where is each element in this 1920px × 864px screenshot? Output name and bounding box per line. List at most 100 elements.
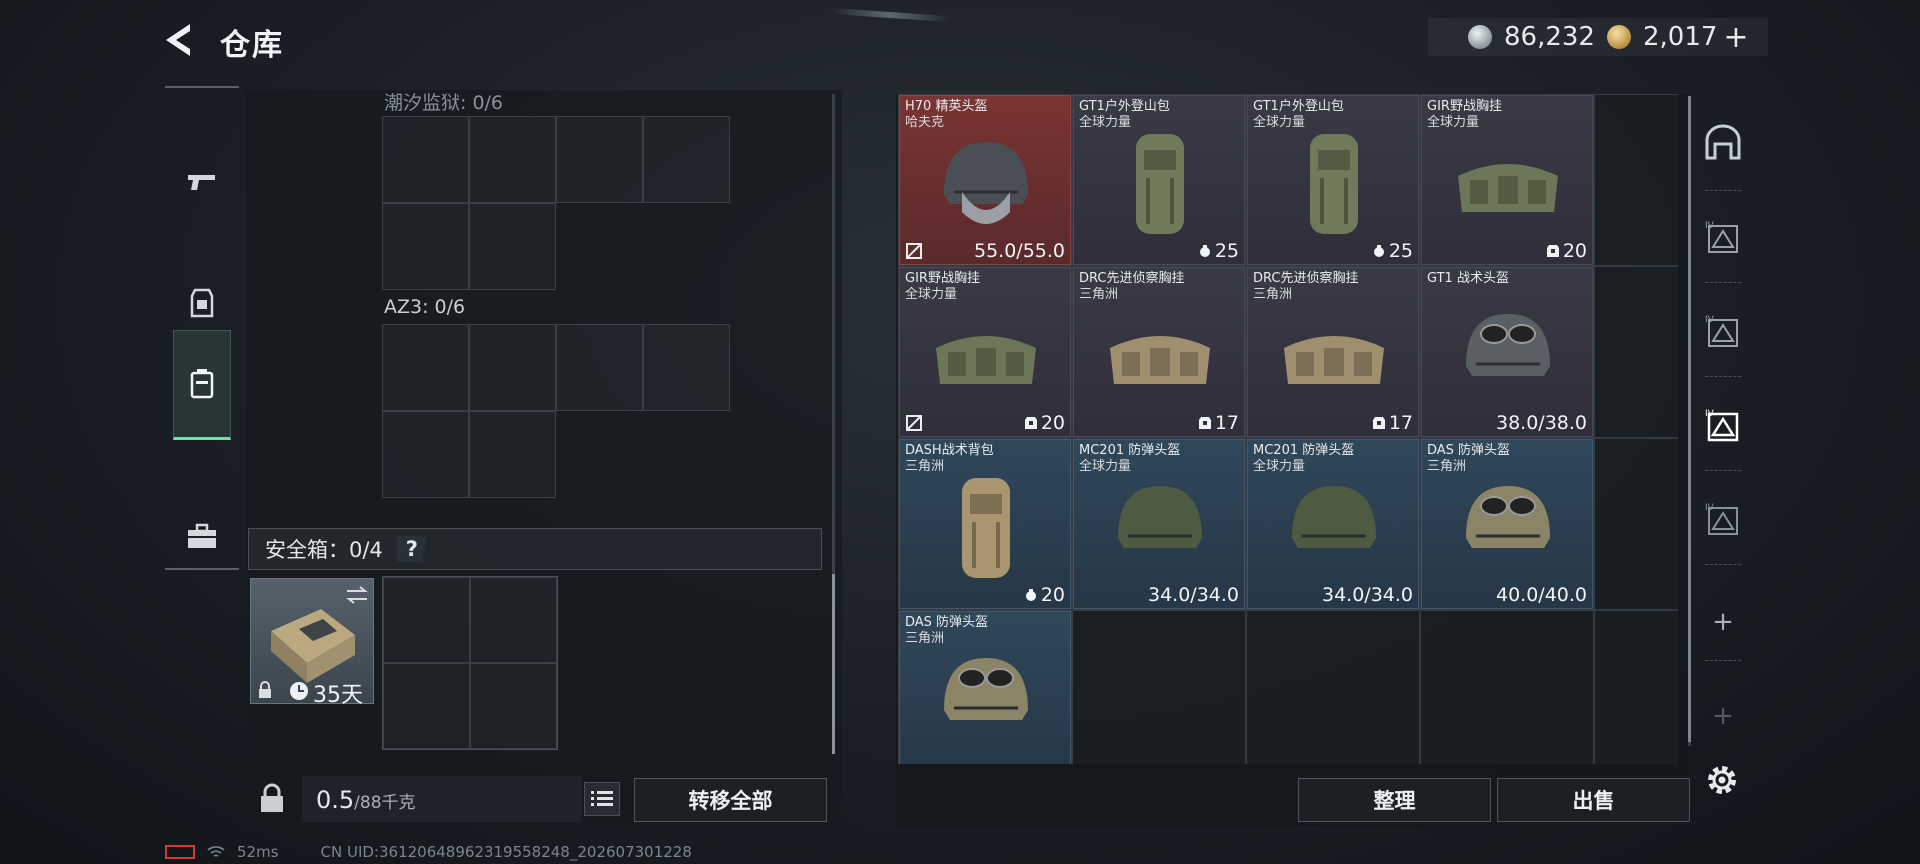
safe-box-grid[interactable] (382, 576, 558, 750)
wifi-icon (207, 846, 225, 857)
inventory-item[interactable]: DRC先进侦察胸挂 三角洲 17 (1073, 267, 1245, 437)
tab-containers[interactable] (173, 330, 231, 440)
inventory-item[interactable]: MC201 防弹头盔 全球力量 34.0/34.0 (1247, 439, 1419, 609)
gold-coin-icon (1606, 25, 1631, 49)
item-name: DAS 防弹头盔 (905, 615, 989, 630)
inventory-item[interactable]: DAS 防弹头盔 三角洲 (899, 611, 1071, 764)
inventory-empty-cell[interactable] (1420, 610, 1594, 764)
transfer-all-button[interactable]: 转移全部 (634, 778, 827, 822)
helmet-image (930, 128, 1042, 240)
bag-icon (1025, 589, 1036, 601)
tab-weapons[interactable] (165, 128, 239, 238)
help-button[interactable]: ? (396, 536, 427, 562)
rail-divider (1705, 376, 1741, 377)
rail-storage-iv-1[interactable]: IV (1703, 218, 1743, 258)
settings-button[interactable] (1704, 762, 1740, 798)
safe-box-header: 安全箱：0/4 ? (248, 528, 822, 570)
helmet-image (1452, 472, 1564, 584)
inventory-empty-cell[interactable] (1594, 266, 1678, 438)
sort-button[interactable]: 整理 (1298, 778, 1491, 822)
inventory-empty-cell[interactable] (1594, 438, 1678, 610)
svg-text:IV: IV (1705, 221, 1715, 231)
slot-grid-az3[interactable] (382, 324, 730, 498)
inventory-grid: H70 精英头盔 哈夫克 55.0/55.0 GT1户外登山包 全球力量 25 GT1户外登… (898, 94, 1678, 764)
inventory-item[interactable]: GT1户外登山包 全球力量 25 (1073, 95, 1245, 265)
gold-amount: 2,017 (1642, 22, 1718, 52)
helmet-image (1452, 300, 1564, 412)
inventory-item[interactable]: GIR野战胸挂 全球力量 20 (1421, 95, 1593, 265)
item-name: GT1户外登山包 (1253, 99, 1344, 114)
storage-tier-iv-icon: IV (1705, 221, 1738, 253)
item-stat-value: 55.0/55.0 (973, 240, 1065, 262)
ping-text: 52ms (237, 843, 279, 861)
item-stat: 38.0/38.0 (1496, 412, 1587, 434)
inventory-item[interactable]: H70 精英头盔 哈夫克 55.0/55.0 (899, 95, 1071, 265)
vest-icon (190, 288, 214, 318)
inventory-empty-cell[interactable] (1594, 94, 1678, 266)
helmet-image (930, 644, 1042, 756)
item-name: DAS 防弹头盔 (1427, 443, 1511, 458)
vest-image (1104, 300, 1216, 412)
list-view-button[interactable] (584, 782, 620, 816)
right-scrollbar-thumb[interactable] (1688, 96, 1691, 742)
rail-storage-iv-4[interactable]: IV (1703, 500, 1743, 540)
uid-text: CN UID:3612064896231955824​8_20260730122… (320, 843, 692, 861)
rail-add-storage-button[interactable]: + (1711, 609, 1735, 635)
rail-storage-iv-2[interactable]: IV (1703, 312, 1743, 352)
slot-label-tidal: 潮汐监狱: 0/6 (384, 88, 503, 115)
inventory-empty-cell[interactable] (1246, 610, 1420, 764)
inventory-item[interactable]: MC201 防弹头盔 全球力量 34.0/34.0 (1073, 439, 1245, 609)
inventory-item[interactable]: DASH战术背包 三角洲 20 (899, 439, 1071, 609)
list-icon (591, 791, 613, 806)
rail-main-storage[interactable] (1703, 122, 1743, 162)
item-stat-value: 20 (1562, 240, 1587, 262)
category-sidebar (165, 86, 239, 570)
inventory-item[interactable]: GIR野战胸挂 全球力量 20 (899, 267, 1071, 437)
silver-amount: 86,232 (1504, 22, 1595, 52)
item-stat-value: 17 (1388, 412, 1413, 434)
inventory-item[interactable]: DRC先进侦察胸挂 三角洲 17 (1247, 267, 1419, 437)
pack-image (930, 472, 1042, 584)
rail-storage-iv-3[interactable]: IV (1703, 406, 1743, 446)
sell-button[interactable]: 出售 (1497, 778, 1690, 822)
tab-case[interactable] (165, 482, 239, 592)
rail-divider (1705, 470, 1741, 471)
inventory-item[interactable]: GT1 战术头盔 38.0/38.0 (1421, 267, 1593, 437)
left-scrollbar-thumb[interactable] (832, 574, 835, 754)
item-stat: 25 (1198, 240, 1239, 262)
no-insurance-icon (905, 414, 923, 432)
vest-image (930, 300, 1042, 412)
rail-divider (1705, 660, 1741, 661)
inventory-empty-cell[interactable] (1072, 610, 1246, 764)
item-stat: 34.0/34.0 (1322, 584, 1413, 606)
inventory-item[interactable]: GT1户外登山包 全球力量 25 (1247, 95, 1419, 265)
slot-grid-tidal[interactable] (382, 116, 730, 290)
item-stat: 25 (1372, 240, 1413, 262)
back-button[interactable] (160, 18, 204, 62)
item-stat: 40.0/40.0 (1496, 584, 1587, 606)
inventory-empty-cell[interactable] (1594, 610, 1678, 764)
item-stat-value: 17 (1214, 412, 1239, 434)
add-currency-button[interactable]: + (1723, 20, 1748, 55)
svg-text:IV: IV (1705, 315, 1715, 325)
item-stat-value: 25 (1214, 240, 1239, 262)
inventory-item[interactable]: DAS 防弹头盔 三角洲 40.0/40.0 (1421, 439, 1593, 609)
back-arrow-icon (166, 24, 190, 56)
item-stat: 55.0/55.0 (974, 240, 1065, 262)
storage-tier-iv-icon: IV (1705, 409, 1739, 442)
item-stat-value: 40.0/40.0 (1495, 584, 1587, 606)
item-stat: 20 (1546, 240, 1587, 262)
rail-add-storage-button-disabled[interactable]: + (1711, 703, 1735, 729)
no-insurance-icon (905, 242, 923, 260)
item-stat-value: 34.0/34.0 (1147, 584, 1239, 606)
weight-display: 0.5 /88千克 (302, 776, 582, 822)
weight-capacity: /88千克 (354, 793, 416, 813)
bag-icon (1199, 245, 1210, 257)
item-stat-value: 20 (1040, 584, 1065, 606)
rail-divider (1705, 282, 1741, 283)
vest-image (1278, 300, 1390, 412)
safe-box-item[interactable]: 35天 (250, 578, 374, 708)
item-stat: 17 (1198, 412, 1239, 434)
rail-divider (1705, 190, 1741, 191)
clock-icon (290, 682, 308, 700)
